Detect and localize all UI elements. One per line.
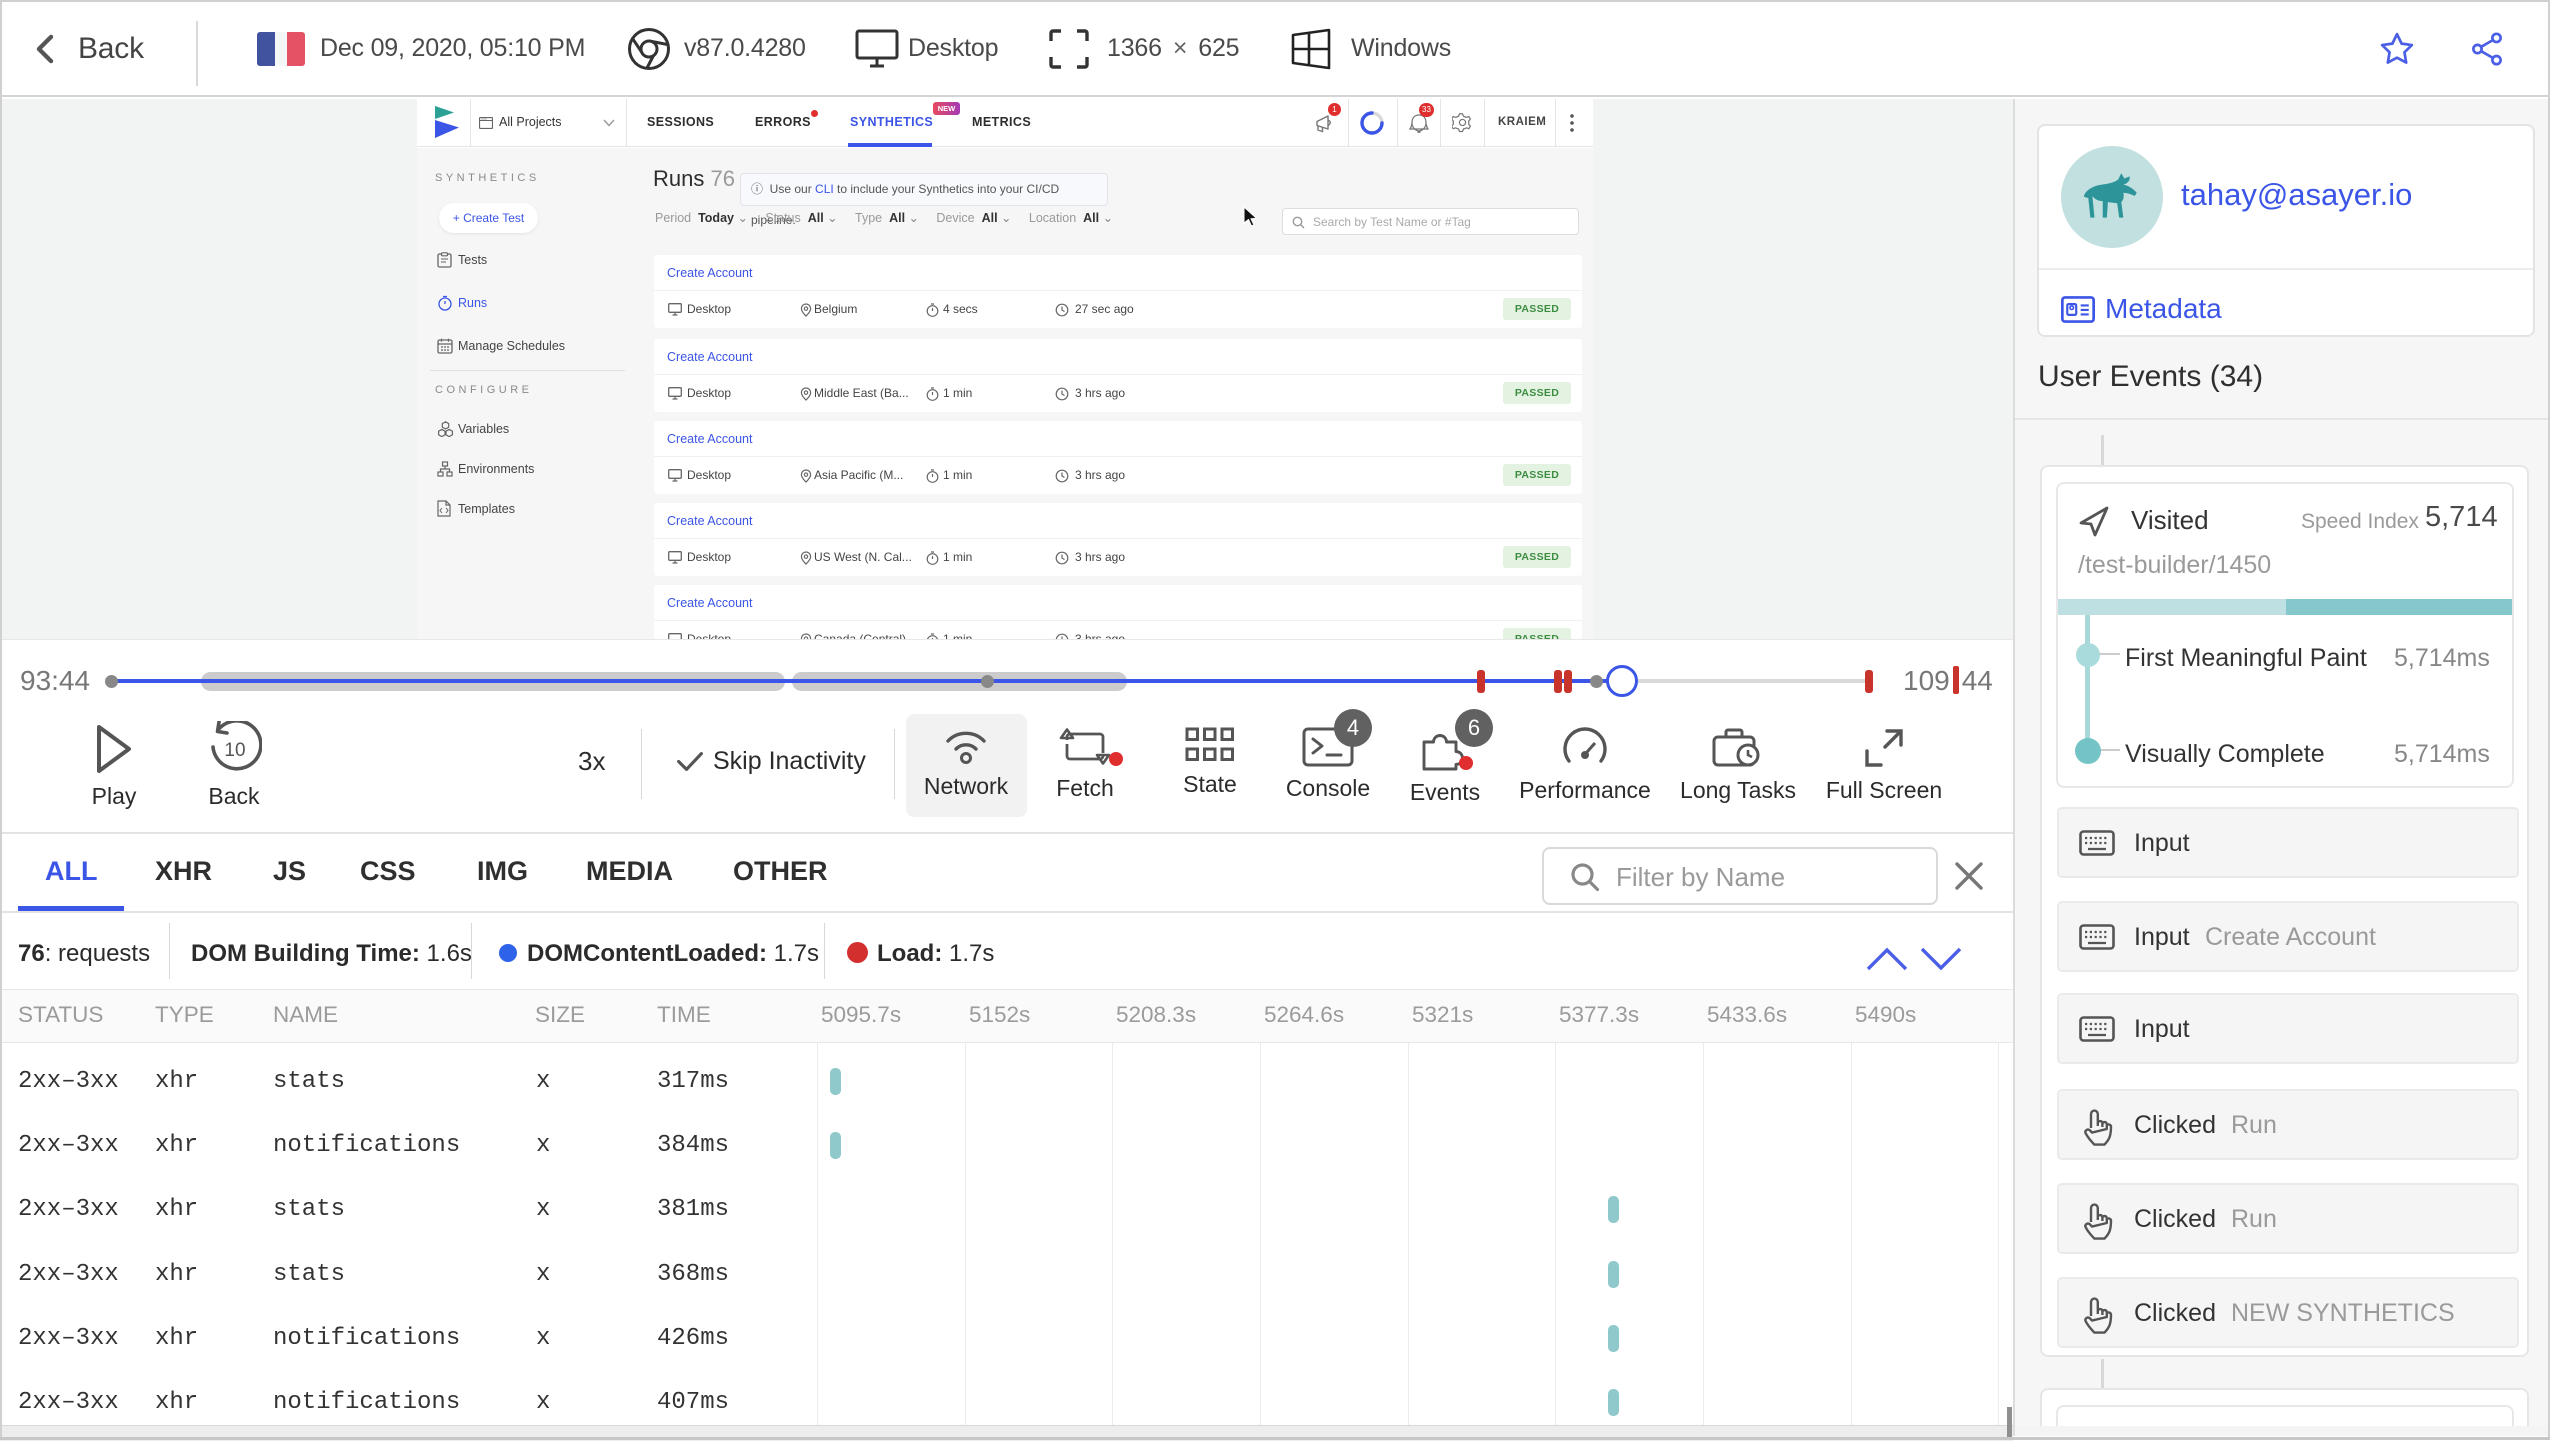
svg-text:10: 10: [224, 740, 245, 761]
